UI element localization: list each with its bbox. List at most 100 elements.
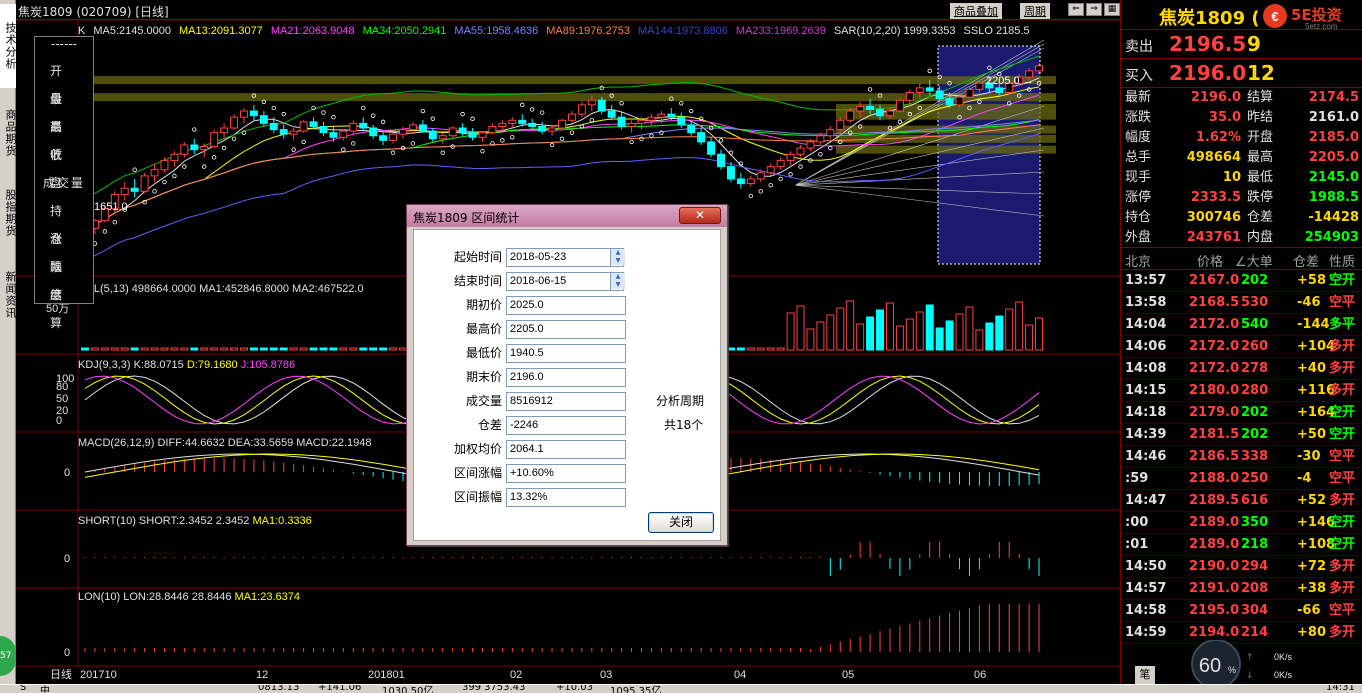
- volume-bar: [180, 347, 189, 351]
- dialog-titlebar[interactable]: 焦炭1809 区间统计 ✕: [407, 205, 727, 227]
- tick-row[interactable]: 14:57 2191.0 208 +38 多开: [1121, 578, 1362, 600]
- spin-up-icon[interactable]: ▲: [611, 273, 625, 281]
- tick-row[interactable]: 14:08 2172.0 278 +40 多开: [1121, 358, 1362, 380]
- shrink-icon[interactable]: ⇐: [1068, 3, 1084, 16]
- taskbar-item[interactable]: +10.03: [556, 685, 593, 693]
- tick-row[interactable]: 13:57 2167.0 202 +58 空开: [1121, 270, 1362, 292]
- candle-body: [965, 88, 974, 98]
- tick-time: 14:39: [1125, 427, 1167, 442]
- tick-price: 2186.5: [1189, 449, 1240, 464]
- period-label: 分析周期: [656, 394, 705, 408]
- volume-bar: [190, 347, 199, 351]
- period-link[interactable]: 周期: [1020, 3, 1050, 19]
- grid-icon[interactable]: ▦: [1104, 3, 1120, 16]
- tick-price: 2181.5: [1189, 427, 1240, 442]
- taskbar-item[interactable]: 1030.50亿: [382, 685, 433, 693]
- candle-body: [120, 187, 129, 195]
- tick-time: 14:58: [1125, 603, 1167, 618]
- taskbar-item[interactable]: 399: [462, 685, 481, 693]
- candle-body: [150, 169, 159, 177]
- tab-index-futures[interactable]: 股指期货: [0, 176, 17, 250]
- x-axis-tick: 04: [734, 669, 746, 681]
- tick-row[interactable]: 13:58 2168.5 530 -46 空平: [1121, 292, 1362, 314]
- tick-price: 2180.0: [1189, 383, 1240, 398]
- dialog-close-x-button[interactable]: ✕: [679, 207, 721, 224]
- sar-dot: [688, 108, 694, 114]
- sar-dot: [291, 147, 296, 152]
- dialog-field-input[interactable]: 2018-05-23: [506, 248, 624, 267]
- dialog-field-input[interactable]: 8516912: [506, 392, 626, 411]
- volume-bar: [329, 347, 338, 351]
- volume-bar: [1025, 324, 1034, 351]
- tick-diff: +50: [1297, 427, 1326, 442]
- dialog-field-input[interactable]: 13.32%: [506, 488, 626, 507]
- spin-down-icon[interactable]: ▼: [611, 257, 625, 265]
- tick-row[interactable]: 14:46 2186.5 338 -30 空平: [1121, 446, 1362, 468]
- quote-stat-row: 持仓 300746 仓差 -14428: [1125, 208, 1359, 228]
- dialog-field-row: 加权均价 2064.1: [414, 438, 714, 460]
- tick-row[interactable]: 14:06 2172.0 260 +104 多开: [1121, 336, 1362, 358]
- dialog-close-button[interactable]: 关闭: [648, 512, 714, 533]
- spin-down-icon[interactable]: ▼: [611, 281, 625, 289]
- overlay-link[interactable]: 商品叠加: [950, 3, 1002, 19]
- tick-kind: 空开: [1329, 405, 1356, 420]
- dialog-field-label: 区间振幅: [453, 490, 502, 504]
- app-window: 技术分析 商品期货 股指期货 新闻资讯 K MA5:2145.0000 MA13:2…: [0, 0, 1362, 693]
- stat-label: 最新: [1125, 90, 1152, 105]
- taskbar-item[interactable]: 14:31: [1326, 685, 1355, 693]
- candle-body: [667, 113, 676, 118]
- expand-icon[interactable]: ⇒: [1086, 3, 1102, 16]
- volume-bar: [925, 304, 934, 351]
- volume-bar: [120, 347, 129, 351]
- date-spinner[interactable]: ▲ ▼: [610, 249, 625, 266]
- dialog-field-input[interactable]: 2064.1: [506, 440, 626, 459]
- spin-up-icon[interactable]: ▲: [611, 249, 625, 257]
- dialog-field-input[interactable]: 2196.0: [506, 368, 626, 387]
- tick-row[interactable]: 14:15 2180.0 280 +116 多开: [1121, 380, 1362, 402]
- tab-technical-analysis[interactable]: 技术分析: [0, 4, 17, 88]
- volume-bar: [249, 347, 258, 351]
- quote-panel: 焦炭1809 ( € 5E投资 5etz.com 卖出 2196.5 9 买入 …: [1120, 0, 1362, 684]
- ma-indicator-item: MA233:1969.2639: [736, 25, 826, 37]
- tick-row[interactable]: 14:47 2189.5 616 +52 多开: [1121, 490, 1362, 512]
- taskbar-item[interactable]: S: [20, 685, 26, 693]
- tab-commodity-futures[interactable]: 商品期货: [0, 96, 17, 170]
- dialog-field-input[interactable]: 1940.5: [506, 344, 626, 363]
- dialog-field-input[interactable]: 2205.0: [506, 320, 626, 339]
- tick-vol: 304: [1241, 603, 1269, 618]
- tick-row[interactable]: :59 2188.0 250 -4 空平: [1121, 468, 1362, 490]
- stat-label: 最低: [1247, 170, 1274, 185]
- tick-tab[interactable]: 笔: [1135, 666, 1155, 684]
- candle-body: [438, 135, 447, 140]
- tick-diff: +40: [1297, 361, 1326, 376]
- volume-bar: [150, 347, 159, 351]
- x-axis-tick: 03: [600, 669, 612, 681]
- tick-row[interactable]: :00 2189.0 350 +146 空开: [1121, 512, 1362, 534]
- candle-body: [587, 99, 596, 106]
- volume-bar: [796, 305, 805, 351]
- dialog-field-input[interactable]: 2025.0: [506, 296, 626, 315]
- dialog-field-input[interactable]: +10.60%: [506, 464, 626, 483]
- volume-bar: [856, 323, 865, 351]
- taskbar-item[interactable]: 1095.35亿: [610, 685, 661, 693]
- tick-row[interactable]: :01 2189.0 218 +108 空开: [1121, 534, 1362, 556]
- tab-news[interactable]: 新闻资讯: [0, 258, 17, 332]
- tick-row[interactable]: 14:58 2195.0 304 -66 空平: [1121, 600, 1362, 622]
- taskbar-item[interactable]: 0813.13: [258, 685, 299, 693]
- dialog-field-label: 期初价: [465, 298, 502, 312]
- dialog-field-input[interactable]: 2018-06-15: [506, 272, 624, 291]
- tick-row[interactable]: 14:18 2179.0 202 +164 空开: [1121, 402, 1362, 424]
- high-marker: 2205.0 →: [986, 75, 1034, 87]
- date-spinner[interactable]: ▲ ▼: [610, 273, 625, 290]
- taskbar-item[interactable]: +141.06: [318, 685, 361, 693]
- tick-vol: 260: [1241, 339, 1269, 354]
- tick-row[interactable]: 14:04 2172.0 540 -144 多平: [1121, 314, 1362, 336]
- tick-row[interactable]: 14:39 2181.5 202 +50 空开: [1121, 424, 1362, 446]
- candle-body: [468, 132, 477, 138]
- sar-dot: [271, 105, 276, 111]
- taskbar-item[interactable]: 3753.43: [484, 685, 525, 693]
- tick-row[interactable]: 14:50 2190.0 294 +72 多开: [1121, 556, 1362, 578]
- dialog-field-input[interactable]: -2246: [506, 416, 626, 435]
- candle-body: [518, 119, 527, 124]
- taskbar-item[interactable]: 中: [40, 685, 50, 693]
